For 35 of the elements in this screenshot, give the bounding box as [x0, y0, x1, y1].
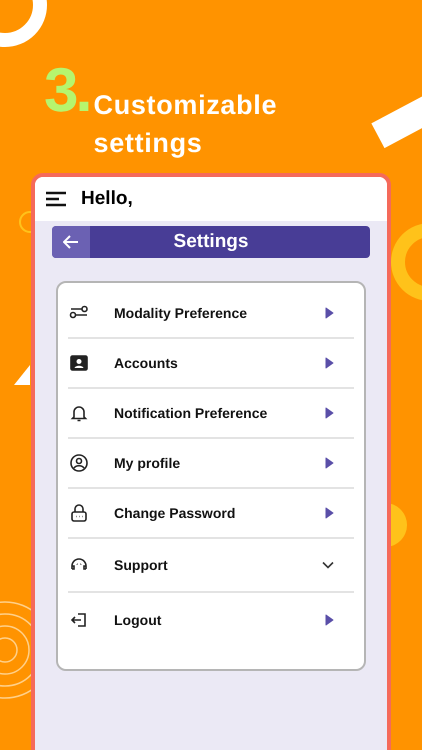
menu-icon[interactable] — [45, 191, 67, 207]
id-card-icon — [69, 353, 89, 373]
settings-item[interactable]: My profile — [68, 439, 354, 489]
bell-icon — [69, 403, 89, 423]
settings-item[interactable]: Change Password — [68, 489, 354, 539]
back-button[interactable] — [52, 226, 90, 258]
play-arrow-icon — [325, 614, 334, 626]
item-label: Support — [114, 556, 169, 575]
settings-item[interactable]: Accounts — [68, 339, 354, 389]
back-arrow-icon — [63, 235, 79, 249]
settings-item[interactable]: Support — [68, 539, 354, 593]
chevron-down-icon — [322, 561, 334, 569]
greeting: Hello, — [81, 186, 133, 211]
screen-title: Settings — [172, 230, 250, 254]
play-arrow-icon — [325, 307, 334, 319]
user-circle-icon — [69, 453, 89, 473]
item-label: Change Password — [114, 504, 236, 523]
settings-item[interactable]: Logout — [68, 593, 354, 647]
play-arrow-icon — [325, 407, 334, 419]
item-label: My profile — [114, 454, 182, 473]
headline: Customizable settings — [94, 89, 278, 160]
item-label: Accounts — [114, 354, 179, 372]
play-arrow-icon — [325, 507, 334, 519]
triangle-decoration — [14, 365, 30, 385]
logout-icon — [69, 610, 89, 630]
lock-icon — [69, 503, 89, 523]
step-number: 3. — [44, 60, 90, 122]
settings-item[interactable]: Notification Preference — [68, 389, 354, 439]
play-arrow-icon — [325, 357, 334, 369]
play-arrow-icon — [325, 457, 334, 469]
settings-item[interactable]: Modality Preference — [68, 289, 354, 339]
item-label: Logout — [114, 610, 162, 630]
item-label: Notification Preference — [114, 404, 268, 422]
ring-decoration — [0, 0, 47, 47]
item-label: Modality Preference — [114, 304, 248, 323]
